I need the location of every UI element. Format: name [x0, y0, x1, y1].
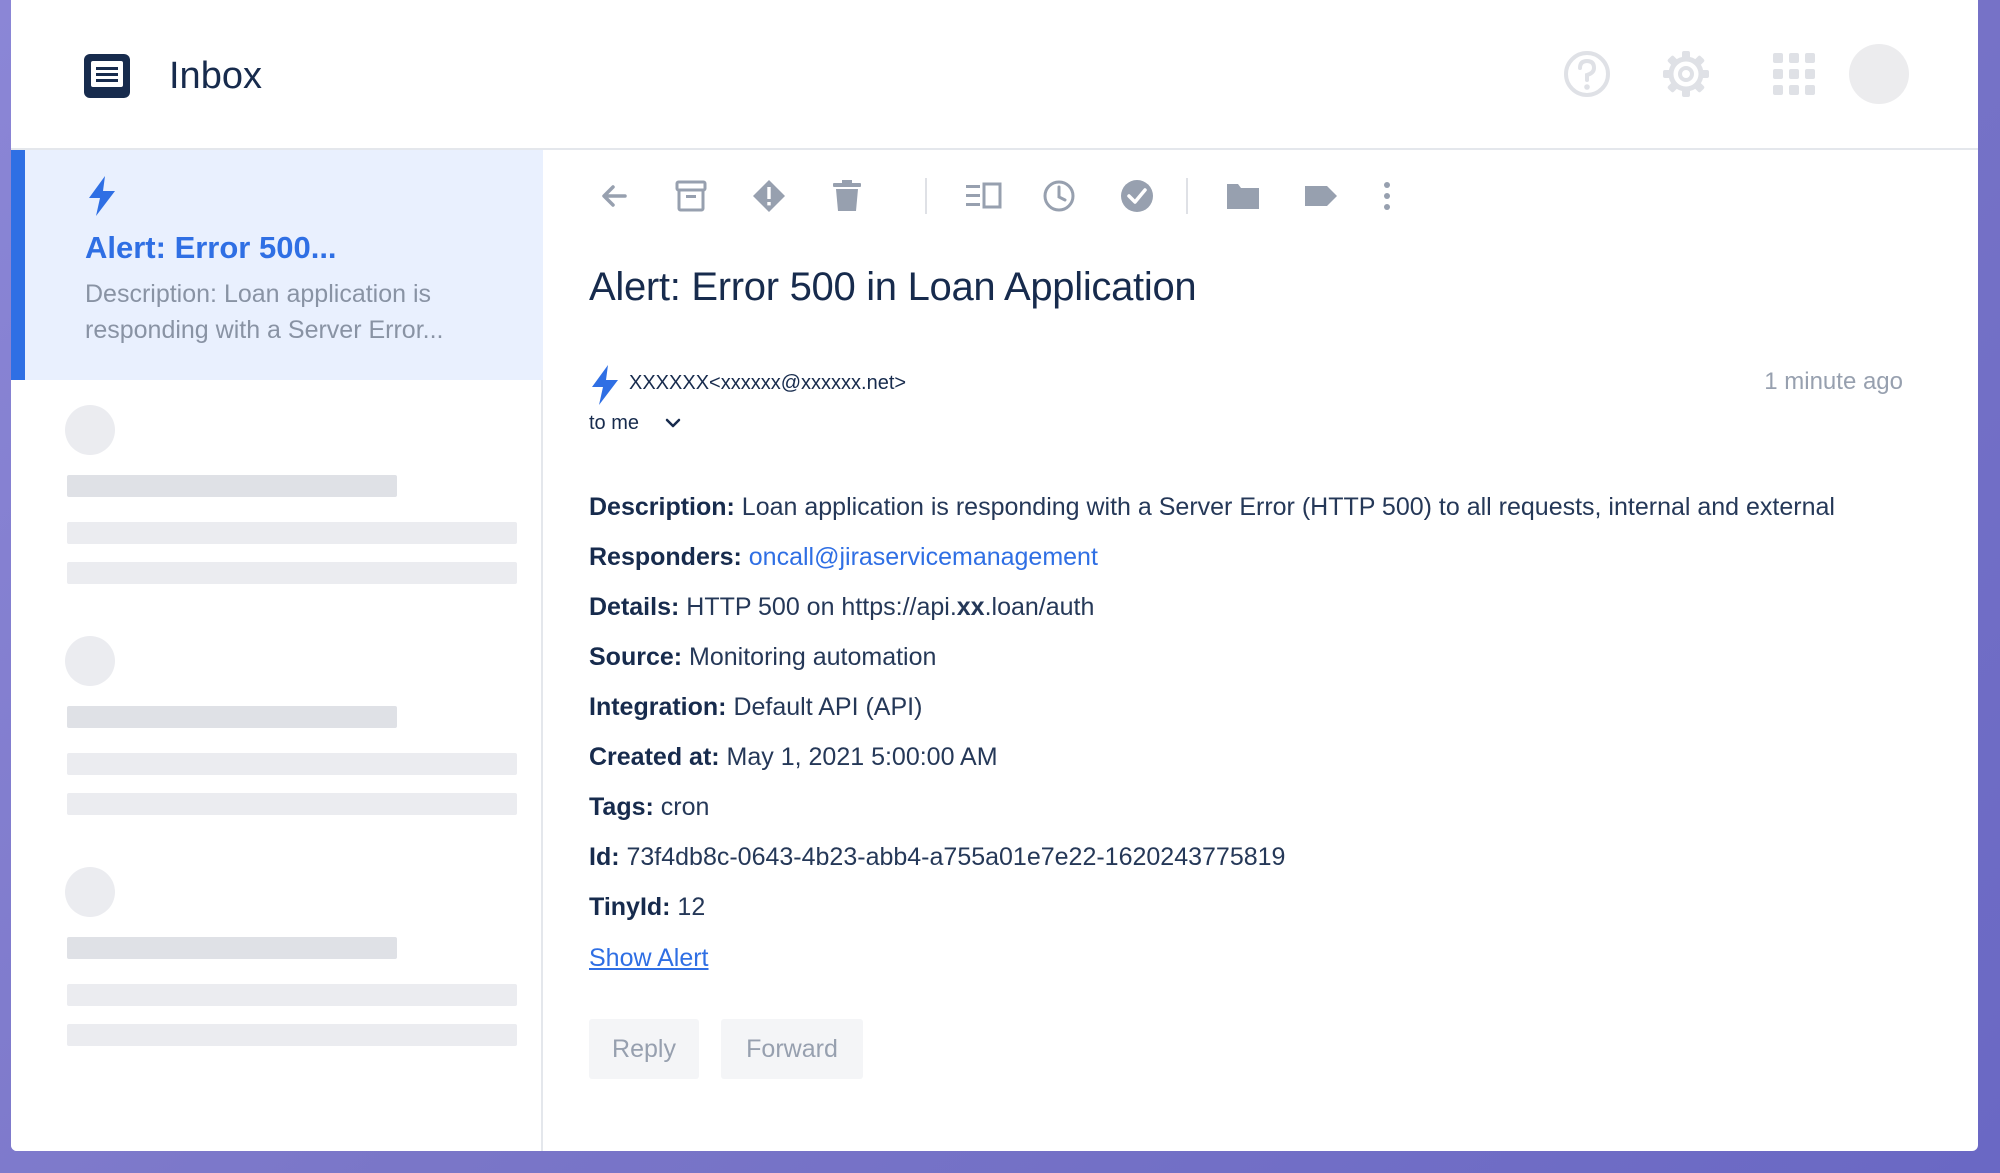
app-header: Inbox [11, 0, 1978, 150]
spam-icon[interactable] [749, 176, 789, 216]
field-label: Description: [589, 493, 735, 521]
placeholder-avatar [65, 636, 115, 686]
placeholder-line [67, 984, 517, 1006]
placeholder-line [67, 562, 517, 584]
field-source: Source: Monitoring automation [589, 642, 1835, 692]
sender-address: XXXXXX<xxxxxx@xxxxxx.net> [629, 372, 907, 394]
done-check-icon[interactable] [1117, 176, 1157, 216]
field-id: Id: 73f4db8c-0643-4b23-abb4-a755a01e7e22… [589, 842, 1835, 892]
placeholder-line [67, 1024, 517, 1046]
toolbar-divider [925, 178, 927, 214]
field-label: Source: [589, 643, 683, 671]
lightning-bolt-icon [89, 176, 115, 216]
inbox-icon [84, 54, 130, 98]
toolbar-divider [1186, 178, 1188, 214]
avatar[interactable] [1849, 44, 1909, 104]
list-item-snippet: Description: Loan application is respond… [85, 280, 444, 344]
apps-grid-icon[interactable] [1768, 48, 1820, 100]
placeholder-line [67, 793, 517, 815]
field-description: Description: Loan application is respond… [589, 492, 1835, 542]
field-label: Details: [589, 593, 680, 621]
field-label: TinyId: [589, 893, 671, 921]
help-icon[interactable] [1561, 48, 1613, 100]
trash-icon[interactable] [827, 176, 867, 216]
more-options-icon[interactable] [1367, 176, 1407, 216]
timestamp: 1 minute ago [1764, 368, 1903, 395]
field-value: May 1, 2021 5:00:00 AM [719, 743, 998, 771]
forward-button[interactable]: Forward [721, 1019, 863, 1079]
message-list: Alert: Error 500... Description: Loan ap… [11, 150, 543, 1151]
placeholder-line [67, 475, 397, 497]
field-value: Default API (API) [726, 693, 923, 721]
chevron-down-icon[interactable] [663, 413, 683, 433]
settings-icon[interactable] [1660, 48, 1712, 100]
field-label: Id: [589, 843, 620, 871]
recipient-label[interactable]: to me [589, 412, 639, 435]
email-body: Description: Loan application is respond… [589, 492, 1835, 942]
archive-icon[interactable] [671, 176, 711, 216]
field-integration: Integration: Default API (API) [589, 692, 1835, 742]
reply-button[interactable]: Reply [589, 1019, 699, 1079]
field-value: 12 [670, 893, 706, 921]
field-tinyid: TinyId: 12 [589, 892, 1835, 942]
split-view-icon[interactable] [963, 176, 1003, 216]
label-tag-icon[interactable] [1301, 176, 1341, 216]
placeholder-line [67, 753, 517, 775]
placeholder-avatar [65, 867, 115, 917]
field-created-at: Created at: May 1, 2021 5:00:00 AM [589, 742, 1835, 792]
list-item-title: Alert: Error 500... [85, 230, 337, 265]
list-item-selected[interactable]: Alert: Error 500... Description: Loan ap… [11, 150, 543, 380]
field-responders: Responders: oncall@jiraservicemanagement [589, 542, 1835, 592]
page-title: Inbox [169, 55, 262, 97]
placeholder-line [67, 937, 397, 959]
message-view: Alert: Error 500 in Loan Application XXX… [545, 150, 1978, 1151]
field-value-strong: xx [956, 593, 985, 621]
lightning-bolt-icon [592, 365, 618, 405]
field-value: .loan/auth [984, 593, 1095, 621]
move-folder-icon[interactable] [1223, 176, 1263, 216]
mail-window: Inbox Alert: Error 500... Description: L… [11, 0, 1978, 1151]
placeholder-line [67, 706, 397, 728]
field-tags: Tags: cron [589, 792, 1835, 842]
placeholder-line [67, 522, 517, 544]
field-value: 73f4db8c-0643-4b23-abb4-a755a01e7e22-162… [619, 843, 1286, 871]
back-arrow-icon[interactable] [595, 176, 635, 216]
responders-link[interactable]: oncall@jiraservicemanagement [749, 543, 1098, 571]
field-label: Responders: [589, 543, 742, 571]
field-value: cron [653, 793, 710, 821]
placeholder-avatar [65, 405, 115, 455]
show-alert-link[interactable]: Show Alert [589, 944, 709, 973]
field-value: Monitoring automation [682, 643, 937, 671]
field-value [742, 543, 749, 571]
field-details: Details: HTTP 500 on https://api.xx.loan… [589, 592, 1835, 642]
email-subject: Alert: Error 500 in Loan Application [589, 265, 1197, 309]
field-label: Integration: [589, 693, 727, 721]
field-value: HTTP 500 on https://api. [679, 593, 957, 621]
field-label: Created at: [589, 743, 720, 771]
snooze-clock-icon[interactable] [1039, 176, 1079, 216]
field-label: Tags: [589, 793, 654, 821]
field-value: Loan application is responding with a Se… [734, 493, 1835, 521]
